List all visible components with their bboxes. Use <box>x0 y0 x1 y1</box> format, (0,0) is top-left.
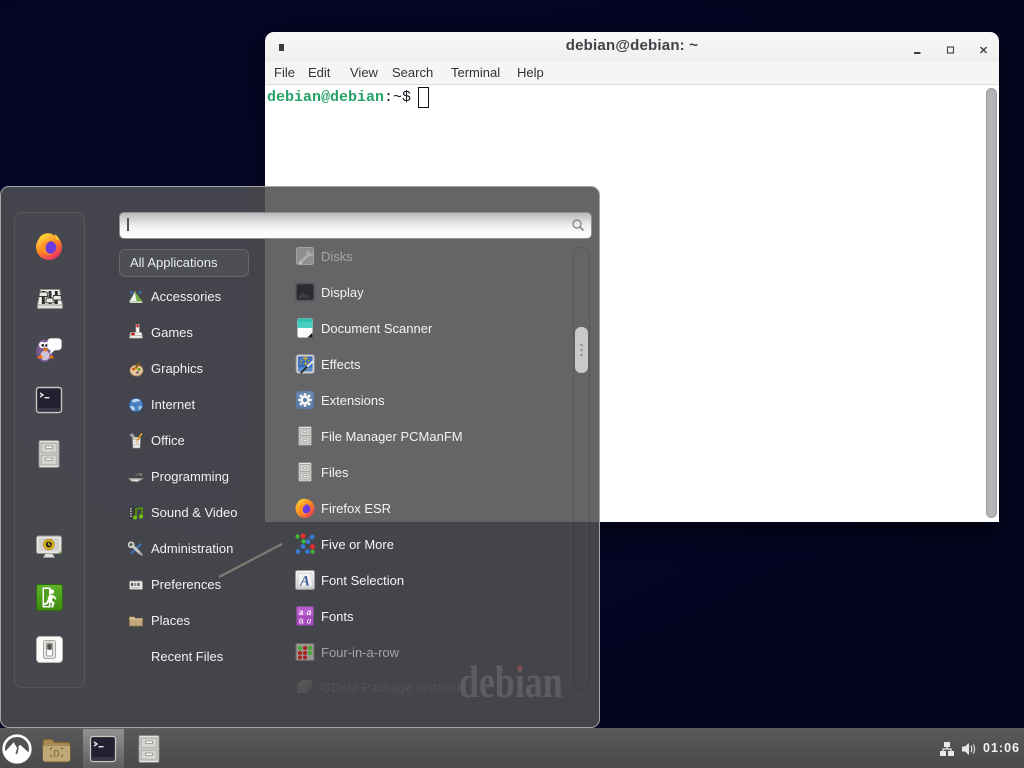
svg-text:a: a <box>298 616 303 626</box>
svg-text:D: D <box>53 749 60 759</box>
svg-text:a: a <box>307 616 312 626</box>
svg-text:A: A <box>299 574 310 590</box>
